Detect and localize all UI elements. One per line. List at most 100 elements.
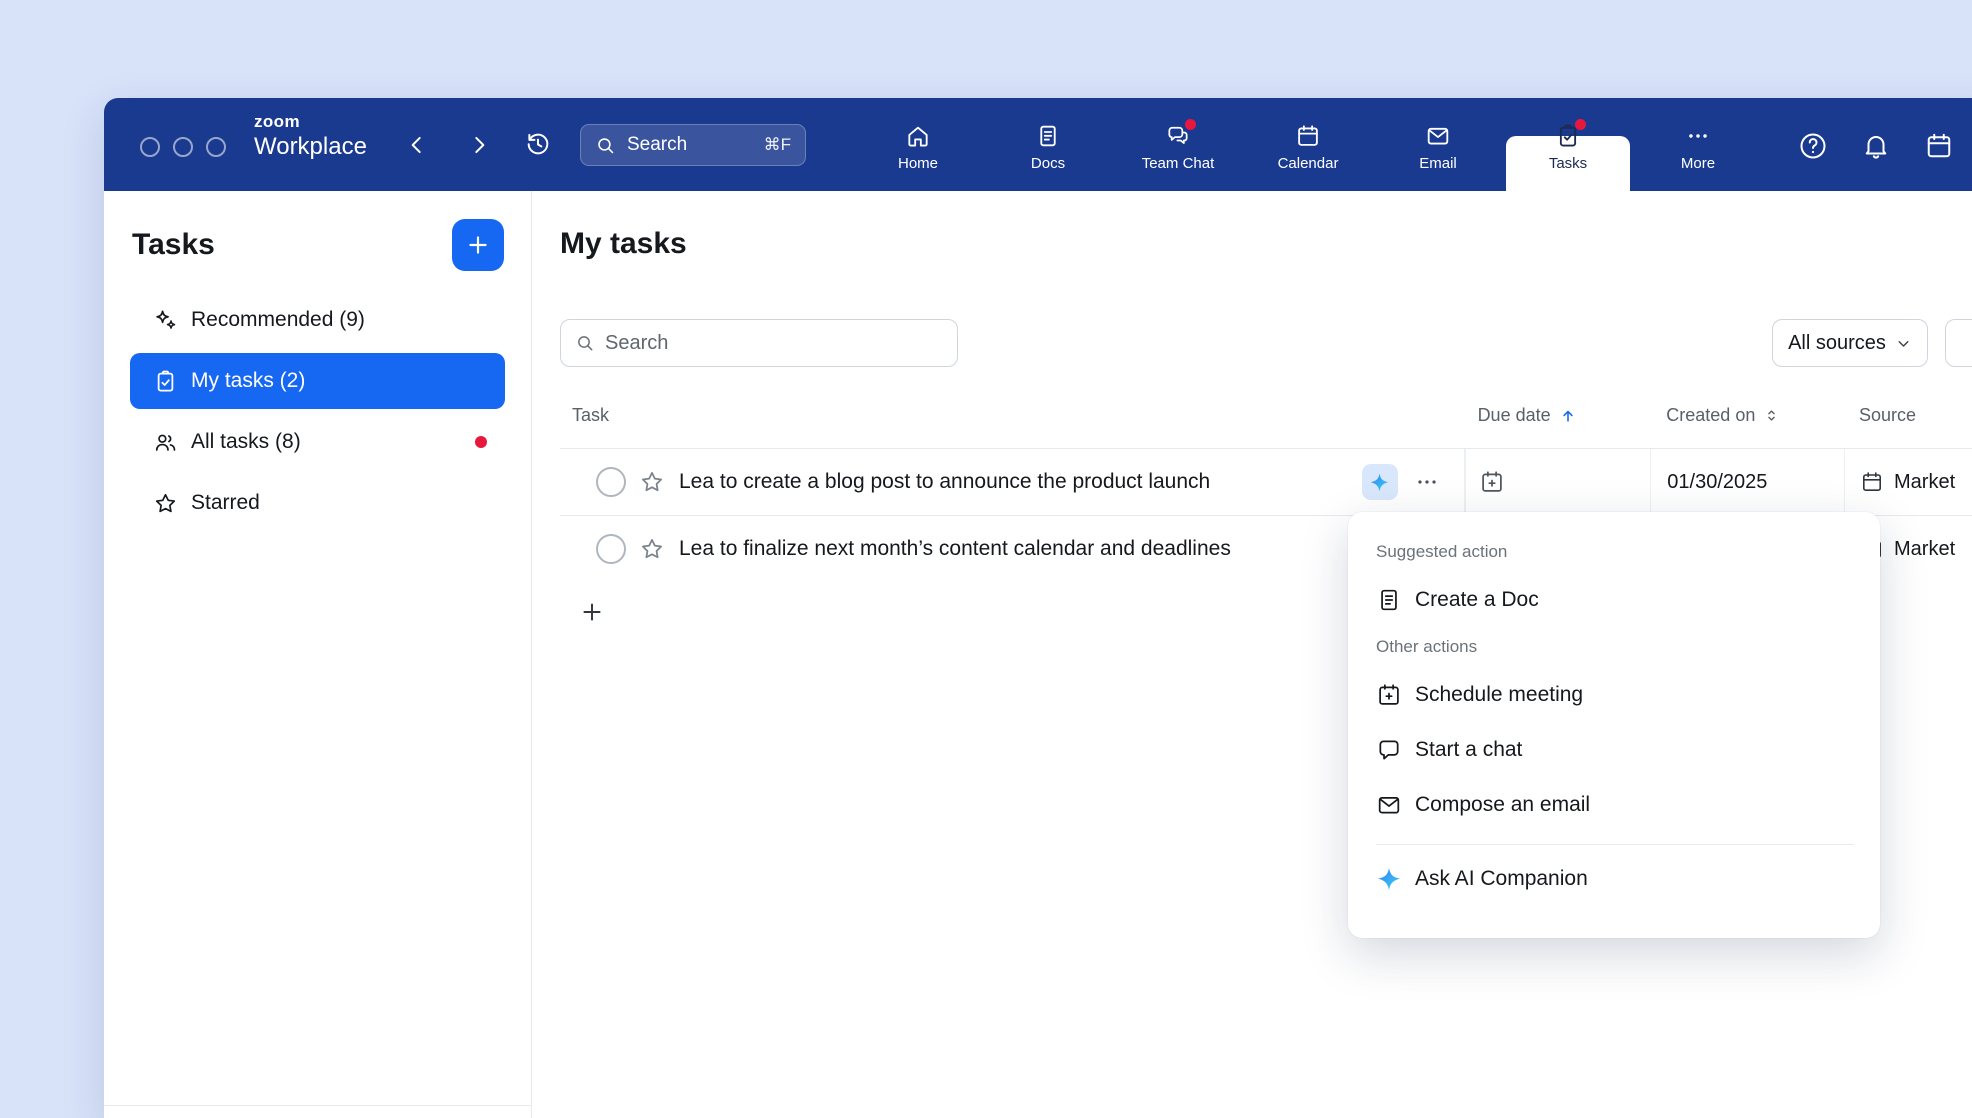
column-header-task: Task [560, 405, 1465, 426]
menu-item-ask-ai-companion[interactable]: Ask AI Companion [1348, 845, 1880, 913]
main-content: My tasks All sources Task Due date [533, 191, 1972, 1118]
search-label: Search [627, 134, 753, 156]
sidebar-item-label: Starred [191, 491, 260, 515]
menu-item-start-chat[interactable]: Start a chat [1348, 722, 1880, 777]
filter-button-partial[interactable] [1945, 319, 1972, 367]
sidebar-item-all-tasks[interactable]: All tasks (8) [130, 414, 505, 470]
task-action-menu: Suggested action Create a Doc Other acti… [1348, 512, 1880, 938]
window-control-dot[interactable] [140, 137, 160, 157]
add-task-button[interactable] [452, 219, 504, 271]
nav-home[interactable]: Home [853, 98, 983, 191]
nav-more[interactable]: More [1633, 98, 1763, 191]
star-icon[interactable] [639, 469, 665, 495]
nav-email[interactable]: Email [1373, 98, 1503, 191]
source-label: Market [1894, 538, 1955, 561]
calendar-icon [1295, 123, 1321, 149]
email-icon [1376, 792, 1402, 818]
my-tasks-icon [153, 369, 178, 394]
logo-brand: zoom [254, 113, 367, 132]
sidebar-item-my-tasks[interactable]: My tasks (2) [130, 353, 505, 409]
table-row: Lea to create a blog post to announce th… [560, 448, 1972, 515]
plus-icon[interactable] [579, 599, 605, 625]
notification-dot [1185, 119, 1196, 130]
column-header-due-date[interactable]: Due date [1465, 405, 1651, 426]
sidebar-header: Tasks [104, 191, 531, 271]
window-control-dot[interactable] [173, 137, 193, 157]
nav-docs[interactable]: Docs [983, 98, 1113, 191]
more-icon [1685, 123, 1711, 149]
calendar-plus-icon [1376, 682, 1402, 708]
task-checkbox[interactable] [596, 534, 626, 564]
source-label: Market [1894, 471, 1955, 494]
star-icon [153, 491, 178, 516]
sidebar: Tasks Recommended (9) My tasks (2) [104, 191, 532, 1118]
ai-companion-icon [1376, 866, 1402, 892]
forward-icon[interactable] [466, 132, 492, 158]
task-checkbox[interactable] [596, 467, 626, 497]
menu-item-compose-email[interactable]: Compose an email [1348, 777, 1880, 832]
created-on-cell: 01/30/2025 [1650, 449, 1844, 515]
sort-both-icon [1763, 407, 1780, 424]
history-icon[interactable] [524, 130, 552, 158]
notifications-icon[interactable] [1861, 131, 1891, 161]
search-shortcut: ⌘F [764, 135, 791, 155]
home-icon [905, 123, 931, 149]
nav-calendar[interactable]: Calendar [1243, 98, 1373, 191]
nav-team-chat[interactable]: Team Chat [1113, 98, 1243, 191]
people-icon [153, 430, 178, 455]
sidebar-item-label: My tasks (2) [191, 369, 305, 393]
source-icon [1860, 470, 1884, 494]
column-header-created-on[interactable]: Created on [1650, 405, 1844, 426]
ai-companion-button[interactable] [1362, 464, 1398, 500]
source-cell: Market [1844, 449, 1972, 515]
task-search[interactable] [560, 319, 958, 367]
menu-section-heading: Other actions [1348, 627, 1880, 667]
menu-item-schedule-meeting[interactable]: Schedule meeting [1348, 667, 1880, 722]
column-header-source: Source [1844, 405, 1972, 426]
sort-asc-icon [1559, 407, 1577, 425]
sidebar-item-recommended[interactable]: Recommended (9) [130, 292, 505, 348]
star-icon[interactable] [639, 536, 665, 562]
add-due-date-icon[interactable] [1479, 469, 1505, 495]
nav-tasks[interactable]: Tasks [1503, 98, 1633, 191]
primary-nav: Home Docs Team Chat Calendar [853, 98, 1763, 191]
topbar: zoom Workplace Search ⌘F Home [104, 98, 1972, 191]
task-cell: Lea to finalize next month’s content cal… [560, 516, 1465, 582]
sparkles-icon [153, 308, 178, 333]
menu-item-create-doc[interactable]: Create a Doc [1348, 572, 1880, 627]
back-icon[interactable] [404, 132, 430, 158]
row-actions [1362, 464, 1464, 500]
email-icon [1425, 123, 1451, 149]
help-icon[interactable] [1798, 131, 1828, 161]
search-icon [575, 333, 595, 353]
task-title[interactable]: Lea to create a blog post to announce th… [679, 470, 1210, 494]
search-icon [595, 135, 616, 156]
chat-icon [1376, 737, 1402, 763]
sources-filter-dropdown[interactable]: All sources [1772, 319, 1928, 367]
page-title: My tasks [560, 227, 687, 261]
due-date-cell [1465, 449, 1651, 515]
app-window: zoom Workplace Search ⌘F Home [104, 98, 1972, 1118]
zoom-workplace-logo: zoom Workplace [254, 113, 367, 160]
notification-dot [475, 436, 487, 448]
global-search[interactable]: Search ⌘F [580, 124, 806, 166]
window-controls [140, 137, 226, 157]
calendar-panel-icon[interactable] [1924, 131, 1954, 161]
task-title[interactable]: Lea to finalize next month’s content cal… [679, 537, 1231, 561]
sidebar-item-label: All tasks (8) [191, 430, 301, 454]
menu-section-heading: Suggested action [1348, 532, 1880, 572]
task-search-input[interactable] [605, 332, 943, 355]
notification-dot [1575, 119, 1586, 130]
docs-icon [1035, 123, 1061, 149]
doc-icon [1376, 587, 1402, 613]
chevron-down-icon [1895, 335, 1912, 352]
window-control-dot[interactable] [206, 137, 226, 157]
table-header: Task Due date Created on Source [560, 367, 1972, 448]
task-cell: Lea to create a blog post to announce th… [560, 449, 1465, 515]
row-more-icon[interactable] [1412, 467, 1442, 497]
plus-icon [465, 232, 491, 258]
sidebar-item-starred[interactable]: Starred [130, 475, 505, 531]
team-chat-icon [1165, 123, 1191, 149]
logo-product: Workplace [254, 134, 367, 160]
tasks-icon [1555, 123, 1581, 149]
